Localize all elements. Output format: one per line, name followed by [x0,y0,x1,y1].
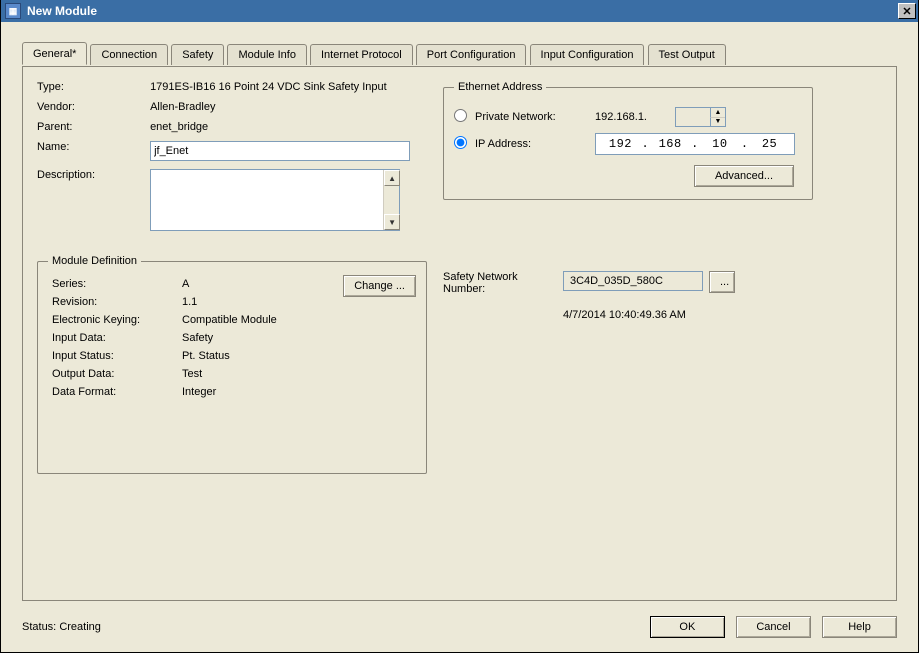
moddef-istat-label: Input Status: [48,347,178,365]
ethernet-address-legend: Ethernet Address [454,81,546,93]
tab-input-configuration[interactable]: Input Configuration [530,44,645,65]
module-definition-legend: Module Definition [48,255,141,267]
tab-internet-protocol[interactable]: Internet Protocol [310,44,413,65]
description-input[interactable] [150,169,400,231]
cancel-button[interactable]: Cancel [736,616,811,638]
safety-network-number-label: Safety Network Number: [443,271,563,295]
moddef-ekey-label: Electronic Keying: [48,311,178,329]
moddef-odata-value: Test [178,365,281,383]
name-input[interactable] [150,141,410,161]
name-label: Name: [37,141,147,153]
ip-octet-4[interactable]: 25 [753,137,787,151]
moddef-series-value: A [178,275,281,293]
private-network-octet-input[interactable] [676,108,710,126]
moddef-istat-value: Pt. Status [178,347,281,365]
spinner-up-icon[interactable]: ▲ [710,108,725,118]
change-button[interactable]: Change ... [343,275,416,297]
description-label: Description: [37,169,147,181]
ip-octet-3[interactable]: 10 [703,137,737,151]
ip-dot: . [637,137,653,151]
tab-connection[interactable]: Connection [90,44,168,65]
private-network-octet-stepper[interactable]: ▲ ▼ [675,107,726,127]
parent-label: Parent: [37,121,147,133]
moddef-ekey-value: Compatible Module [178,311,281,329]
help-button[interactable]: Help [822,616,897,638]
ip-address-input[interactable]: 192. 168. 10. 25 [595,133,795,155]
tab-strip: General* Connection Safety Module Info I… [22,42,897,66]
bottom-bar: Status: Creating OK Cancel Help [4,605,915,649]
moddef-idata-label: Input Data: [48,329,178,347]
moddef-revision-label: Revision: [48,293,178,311]
moddef-dfmt-label: Data Format: [48,383,178,401]
ethernet-address-group: Ethernet Address Private Network: 192.16… [443,81,813,200]
window-title: New Module [27,4,97,18]
tab-test-output[interactable]: Test Output [648,44,726,65]
tab-safety[interactable]: Safety [171,44,224,65]
close-icon: ✕ [902,5,911,18]
private-network-radio[interactable] [454,109,467,122]
ip-address-label: IP Address: [475,138,595,150]
tab-port-configuration[interactable]: Port Configuration [416,44,527,65]
tab-general[interactable]: General* [22,42,87,65]
advanced-button[interactable]: Advanced... [694,165,794,187]
moddef-series-label: Series: [48,275,178,293]
private-network-prefix: 192.168.1. [595,111,675,123]
ip-octet-2[interactable]: 168 [653,137,687,151]
ip-octet-1[interactable]: 192 [603,137,637,151]
title-bar: ▦ New Module ✕ [1,0,918,22]
safety-network-number-value: 3C4D_035D_580C [563,271,703,291]
moddef-idata-value: Safety [178,329,281,347]
scroll-down-icon[interactable]: ▼ [384,214,400,230]
type-value: 1791ES-IB16 16 Point 24 VDC Sink Safety … [150,81,387,93]
ip-dot: . [687,137,703,151]
vendor-label: Vendor: [37,101,147,113]
parent-value: enet_bridge [150,121,208,133]
safety-network-number-timestamp: 4/7/2014 10:40:49.36 AM [563,309,823,321]
vendor-value: Allen-Bradley [150,101,215,113]
tab-panel-general: Type: 1791ES-IB16 16 Point 24 VDC Sink S… [22,66,897,601]
moddef-revision-value: 1.1 [178,293,281,311]
app-icon: ▦ [5,3,21,19]
private-network-label: Private Network: [475,111,595,123]
ip-address-radio[interactable] [454,136,467,149]
safety-network-number-more-button[interactable]: ... [709,271,735,293]
tab-module-info[interactable]: Module Info [227,44,306,65]
moddef-odata-label: Output Data: [48,365,178,383]
module-definition-group: Module Definition Change ... Series: A R… [37,255,427,474]
type-label: Type: [37,81,147,93]
ok-button[interactable]: OK [650,616,725,638]
status-text: Status: Creating [22,621,642,633]
description-scrollbar[interactable]: ▲ ▼ [383,170,399,230]
close-button[interactable]: ✕ [898,3,916,19]
ip-dot: . [737,137,753,151]
spinner-down-icon[interactable]: ▼ [710,118,725,127]
scroll-up-icon[interactable]: ▲ [384,170,400,186]
moddef-dfmt-value: Integer [178,383,281,401]
